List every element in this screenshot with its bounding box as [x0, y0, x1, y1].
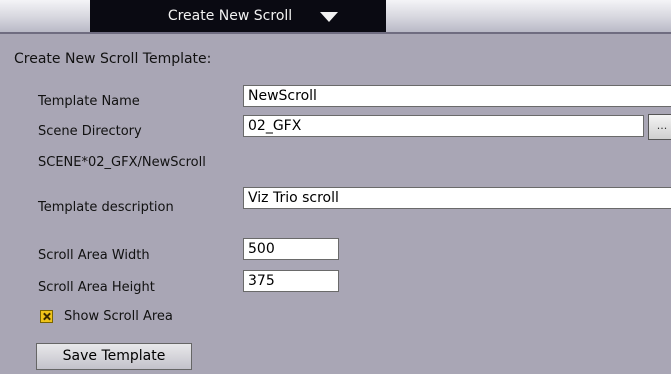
scene-directory-input[interactable]: 02_GFX	[243, 115, 644, 137]
template-name-input[interactable]: NewScroll	[243, 85, 671, 107]
template-description-label: Template description	[38, 200, 174, 215]
header-divider	[0, 32, 671, 34]
form-heading: Create New Scroll Template:	[14, 51, 212, 67]
scroll-area-width-input[interactable]: 500	[243, 238, 339, 260]
scene-path-text: SCENE*02_GFX/NewScroll	[38, 155, 206, 170]
scroll-area-height-label: Scroll Area Height	[38, 280, 155, 295]
template-name-label: Template Name	[38, 94, 140, 109]
create-new-scroll-tab[interactable]: Create New Scroll	[90, 0, 386, 32]
tab-title: Create New Scroll	[167, 8, 293, 24]
show-scroll-area-label: Show Scroll Area	[64, 309, 173, 324]
save-template-button[interactable]: Save Template	[36, 343, 192, 370]
template-description-input[interactable]: Viz Trio scroll	[243, 187, 671, 209]
triangle-down-icon[interactable]	[320, 12, 338, 22]
scroll-area-height-input[interactable]: 375	[243, 270, 339, 292]
scroll-area-width-label: Scroll Area Width	[38, 248, 150, 263]
show-scroll-area-checkbox[interactable]	[40, 310, 53, 323]
title-bar: Create New Scroll	[0, 0, 671, 32]
browse-button[interactable]: ...	[648, 114, 671, 140]
scene-directory-label: Scene Directory	[38, 124, 142, 139]
